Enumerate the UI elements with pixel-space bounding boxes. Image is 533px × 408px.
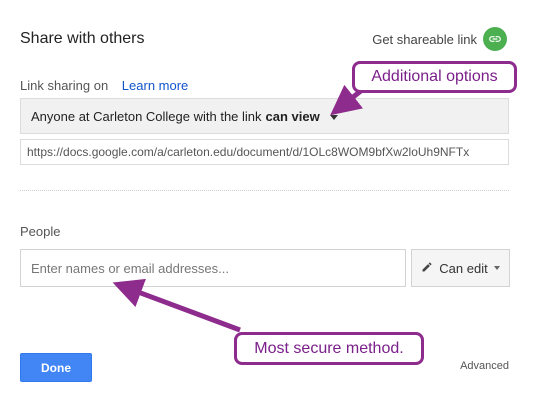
get-shareable-link-button[interactable]: Get shareable link xyxy=(372,27,507,51)
pencil-icon xyxy=(421,261,433,276)
get-shareable-link-label: Get shareable link xyxy=(372,31,477,47)
permission-dropdown[interactable]: Can edit xyxy=(411,249,510,287)
done-button[interactable]: Done xyxy=(20,353,92,382)
learn-more-link[interactable]: Learn more xyxy=(122,78,188,93)
permission-label: Can edit xyxy=(439,260,488,276)
divider xyxy=(20,190,509,191)
people-label: People xyxy=(20,224,61,239)
chevron-down-icon xyxy=(493,266,500,270)
link-icon[interactable] xyxy=(483,27,507,51)
link-sharing-row: Link sharing on Learn more xyxy=(20,78,188,93)
access-description: Anyone at Carleton College with the link xyxy=(31,108,262,124)
advanced-link[interactable]: Advanced xyxy=(460,360,509,372)
people-input[interactable] xyxy=(20,249,406,287)
share-dialog: Share with others Get shareable link Lin… xyxy=(0,0,533,408)
link-access-dropdown[interactable]: Anyone at Carleton College with the link… xyxy=(20,98,509,134)
access-level: can view xyxy=(265,108,320,124)
share-url-field[interactable]: https://docs.google.com/a/carleton.edu/d… xyxy=(20,139,509,165)
link-sharing-status: Link sharing on xyxy=(20,78,109,93)
annotation-most-secure: Most secure method. xyxy=(234,332,424,365)
annotation-additional-options: Additional options xyxy=(352,61,517,93)
dialog-title: Share with others xyxy=(20,30,145,47)
caret-down-icon xyxy=(329,114,338,120)
arrow-to-people-input xyxy=(112,278,241,333)
